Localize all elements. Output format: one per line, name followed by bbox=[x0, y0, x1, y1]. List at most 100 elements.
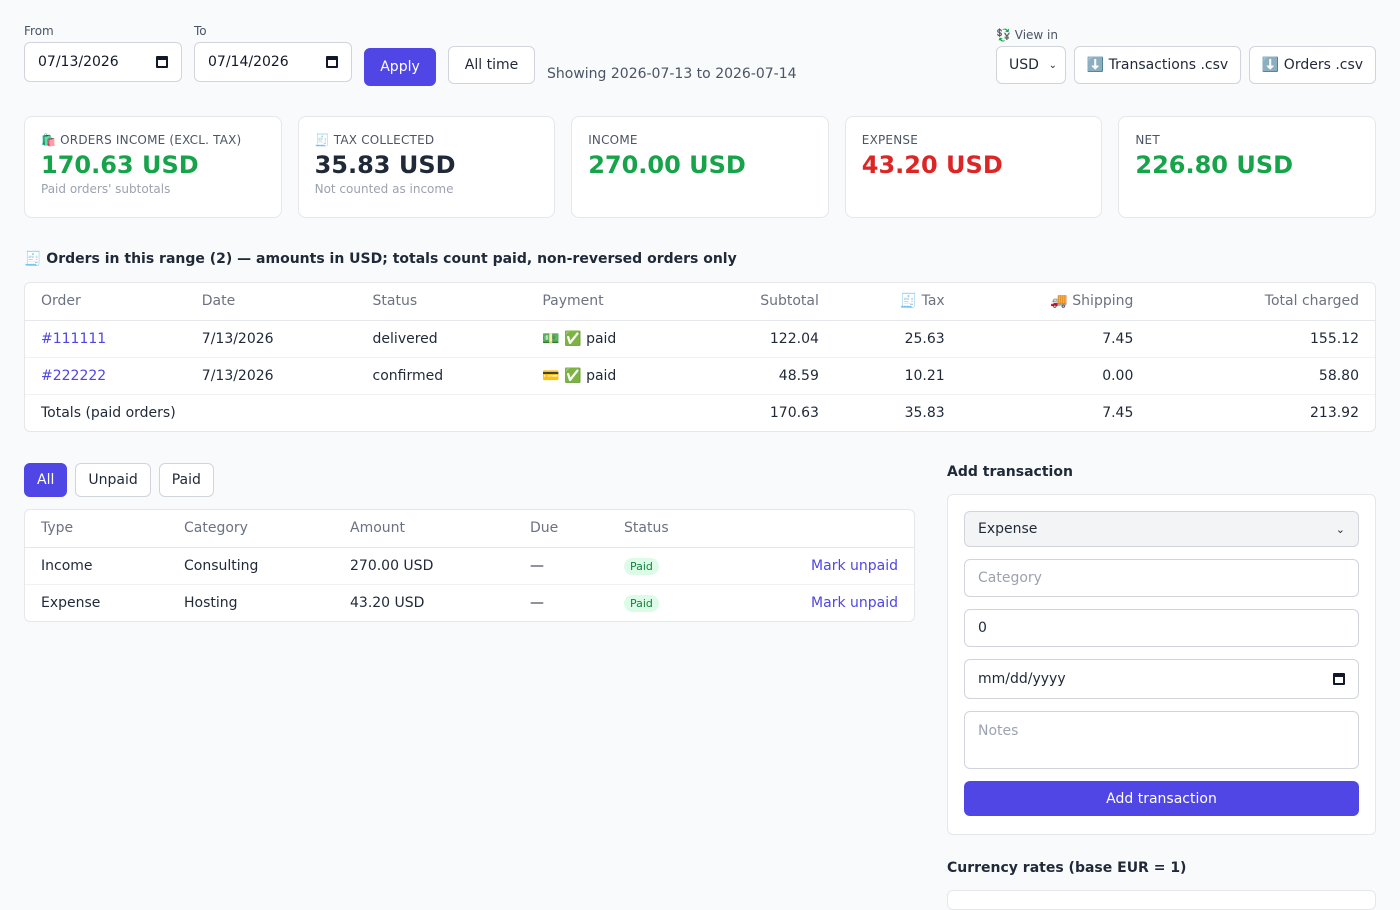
date-input[interactable]: mm/dd/yyyy bbox=[964, 659, 1359, 699]
mark-unpaid-link[interactable]: Mark unpaid bbox=[811, 595, 898, 611]
showing-range-text: Showing 2026-07-13 to 2026-07-14 bbox=[547, 66, 797, 82]
tx-amount: 43.20 USD bbox=[350, 594, 425, 611]
tx-due: — bbox=[530, 594, 544, 611]
order-shipping: 0.00 bbox=[960, 357, 1150, 395]
date-placeholder: mm/dd/yyyy bbox=[978, 671, 1066, 687]
apply-button[interactable]: Apply bbox=[364, 48, 436, 86]
tx-amount: 270.00 USD bbox=[334, 547, 514, 585]
col-subtotal: Subtotal bbox=[686, 283, 835, 321]
category-input[interactable]: Category bbox=[964, 559, 1359, 597]
order-link[interactable]: #111111 bbox=[41, 331, 106, 347]
calendar-icon[interactable] bbox=[1333, 673, 1345, 685]
card-label: INCOME bbox=[588, 133, 638, 147]
currency-rates-title: Currency rates (base EUR = 1) bbox=[947, 860, 1187, 876]
order-tax: 25.63 bbox=[834, 320, 961, 358]
currency-value: USD bbox=[1009, 57, 1039, 73]
filter-bar: From 07/13/2026 To 07/14/2026 Apply All … bbox=[24, 24, 1376, 88]
card-net: NET 226.80 USD bbox=[1118, 116, 1376, 218]
from-label: From bbox=[24, 24, 54, 38]
order-total: 58.80 bbox=[1149, 357, 1375, 395]
card-value: 226.80 USD bbox=[1135, 151, 1294, 179]
card-value: 35.83 USD bbox=[314, 151, 456, 179]
order-payment: 💳 ✅ paid bbox=[526, 357, 687, 395]
col-actions bbox=[728, 510, 914, 548]
add-transaction-title: Add transaction bbox=[947, 464, 1073, 480]
tab-paid[interactable]: Paid bbox=[158, 463, 214, 497]
card-label: 🧾 TAX COLLECTED bbox=[314, 133, 435, 147]
add-transaction-form: Expense ⌄ Category 0 mm/dd/yyyy Notes Ad… bbox=[947, 494, 1376, 835]
col-type: Type bbox=[25, 510, 168, 548]
transactions-csv-button[interactable]: ⬇️ Transactions .csv bbox=[1074, 46, 1241, 84]
col-order: Order bbox=[25, 283, 186, 321]
calendar-icon[interactable] bbox=[326, 56, 338, 68]
totals-tax: 35.83 bbox=[834, 393, 961, 431]
card-label: NET bbox=[1135, 133, 1160, 147]
to-label: To bbox=[194, 24, 207, 38]
order-link[interactable]: #222222 bbox=[41, 368, 106, 384]
order-total: 155.12 bbox=[1149, 320, 1375, 358]
orders-csv-button[interactable]: ⬇️ Orders .csv bbox=[1249, 46, 1376, 84]
from-date-input[interactable]: 07/13/2026 bbox=[24, 42, 182, 82]
view-in-group: 💱 View in USD ⌄ bbox=[996, 28, 1066, 84]
to-date-value: 07/14/2026 bbox=[208, 54, 289, 70]
totals-row: Totals (paid orders) 170.63 35.83 7.45 2… bbox=[25, 393, 1375, 431]
card-label: 🛍️ ORDERS INCOME (EXCL. TAX) bbox=[41, 133, 242, 147]
table-row: #111111 7/13/2026 delivered 💵 ✅ paid 122… bbox=[25, 320, 1375, 358]
mark-unpaid-link[interactable]: Mark unpaid bbox=[811, 558, 898, 574]
card-value: 43.20 USD bbox=[861, 151, 1003, 179]
order-shipping: 7.45 bbox=[960, 320, 1150, 358]
totals-shipping: 7.45 bbox=[960, 393, 1150, 431]
to-group: To 07/14/2026 bbox=[194, 24, 352, 82]
order-status: delivered bbox=[356, 320, 527, 358]
chevron-down-icon: ⌄ bbox=[1048, 59, 1057, 71]
orders-header-row: Order Date Status Payment Subtotal 🧾 Tax… bbox=[25, 283, 1375, 321]
tab-unpaid[interactable]: Unpaid bbox=[75, 463, 151, 497]
status-badge: Paid bbox=[624, 557, 659, 575]
to-date-input[interactable]: 07/14/2026 bbox=[194, 42, 352, 82]
order-tax: 10.21 bbox=[834, 357, 961, 395]
amount-input[interactable]: 0 bbox=[964, 609, 1359, 647]
col-status: Status bbox=[608, 510, 728, 548]
calendar-icon[interactable] bbox=[156, 56, 168, 68]
order-payment: 💵 ✅ paid bbox=[526, 320, 687, 358]
col-status: Status bbox=[356, 283, 527, 321]
col-tax: 🧾 Tax bbox=[834, 283, 961, 321]
tx-category: Consulting bbox=[168, 547, 334, 585]
col-date: Date bbox=[185, 283, 357, 321]
card-expense: EXPENSE 43.20 USD bbox=[844, 116, 1103, 218]
order-subtotal: 48.59 bbox=[686, 357, 835, 395]
totals-total: 213.92 bbox=[1149, 393, 1375, 431]
view-in-label: 💱 View in bbox=[996, 28, 1058, 42]
table-row: Expense Hosting 43.20 USD — Paid Mark un… bbox=[25, 584, 914, 621]
currency-rates-panel bbox=[947, 890, 1376, 910]
card-orders-income: 🛍️ ORDERS INCOME (EXCL. TAX) 170.63 USD … bbox=[24, 116, 282, 218]
notes-textarea[interactable]: Notes bbox=[964, 711, 1359, 769]
type-value: Expense bbox=[978, 521, 1038, 537]
totals-subtotal: 170.63 bbox=[686, 393, 835, 431]
type-select[interactable]: Expense ⌄ bbox=[964, 511, 1359, 547]
order-date: 7/13/2026 bbox=[185, 357, 357, 395]
card-value: 270.00 USD bbox=[588, 151, 746, 179]
currency-select[interactable]: USD ⌄ bbox=[996, 46, 1066, 84]
orders-section-title: 🧾 Orders in this range (2) — amounts in … bbox=[24, 251, 737, 267]
tx-due: — bbox=[514, 547, 608, 585]
card-sub: Paid orders' subtotals bbox=[41, 182, 171, 196]
order-status: confirmed bbox=[356, 357, 527, 395]
tx-type: Income bbox=[25, 547, 168, 585]
add-transaction-button[interactable]: Add transaction bbox=[964, 781, 1359, 816]
order-subtotal: 122.04 bbox=[686, 320, 835, 358]
table-row: Income Consulting 270.00 USD — Paid Mark… bbox=[25, 547, 914, 585]
tab-all[interactable]: All bbox=[24, 463, 68, 497]
status-badge: Paid bbox=[624, 594, 659, 612]
all-time-button[interactable]: All time bbox=[448, 46, 535, 84]
chevron-down-icon: ⌄ bbox=[1335, 522, 1345, 536]
col-amount: Amount bbox=[334, 510, 514, 548]
col-payment: Payment bbox=[526, 283, 687, 321]
col-due: Due bbox=[514, 510, 608, 548]
card-income: INCOME 270.00 USD bbox=[571, 116, 829, 218]
tx-category: Hosting bbox=[184, 594, 238, 611]
col-shipping: 🚚 Shipping bbox=[960, 283, 1150, 321]
from-date-value: 07/13/2026 bbox=[38, 54, 119, 70]
card-label: EXPENSE bbox=[861, 133, 918, 147]
col-category: Category bbox=[168, 510, 334, 548]
